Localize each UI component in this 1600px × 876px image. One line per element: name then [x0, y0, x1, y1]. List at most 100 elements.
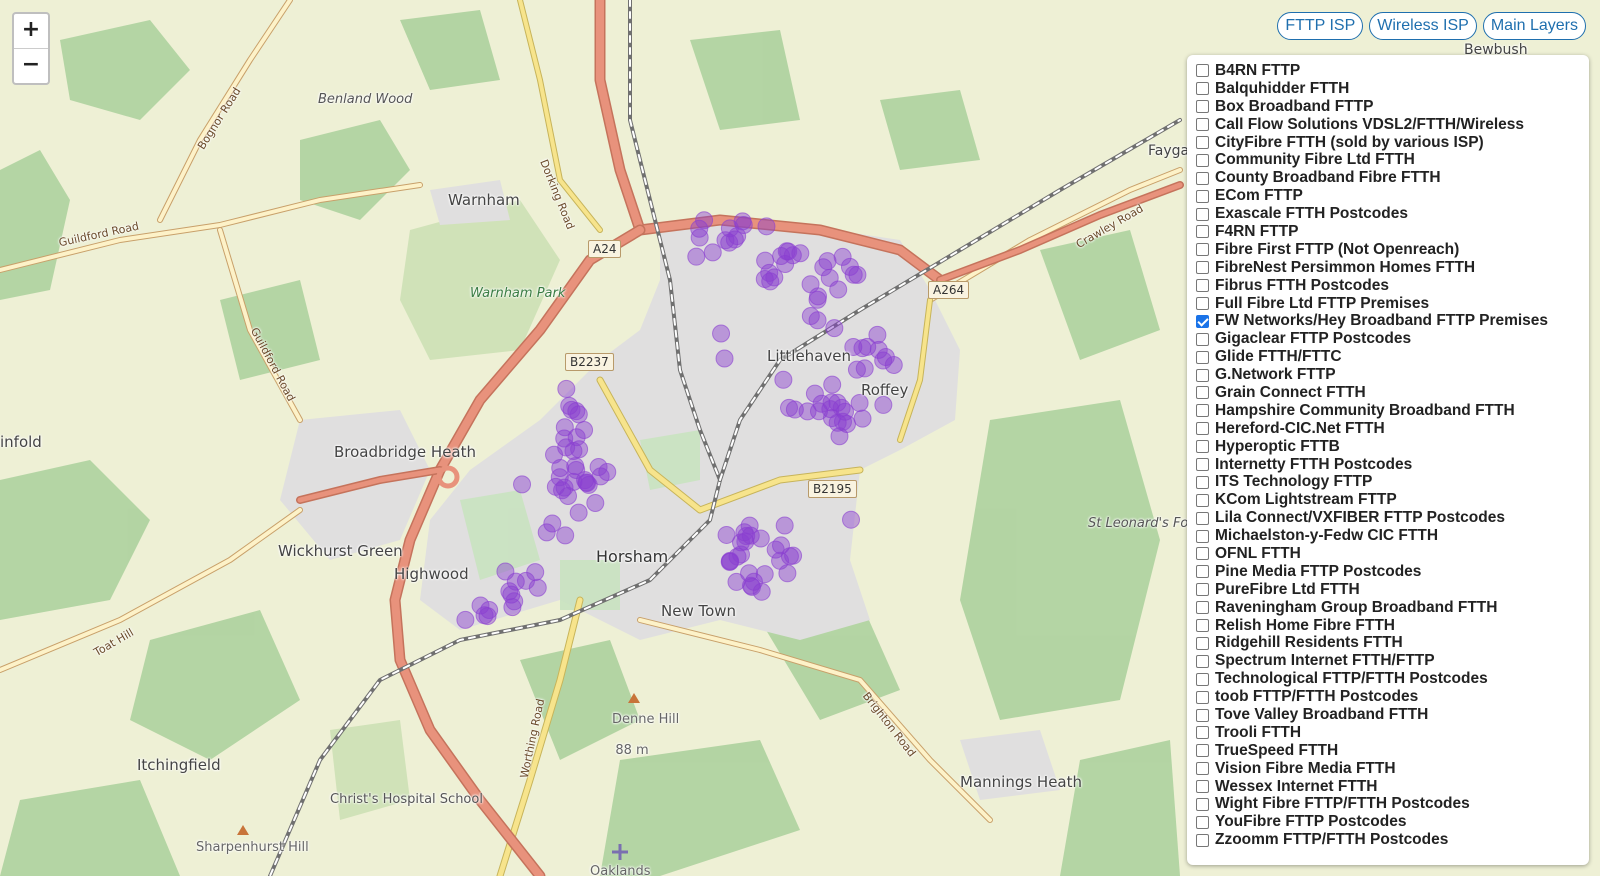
isp-layer-item[interactable]: Wessex Internet FTTH	[1196, 778, 1589, 796]
premises-marker[interactable]	[801, 306, 820, 325]
layer-checkbox[interactable]	[1196, 547, 1209, 561]
isp-layer-item[interactable]: Fibrus FTTH Postcodes	[1196, 277, 1589, 295]
premises-marker[interactable]	[456, 610, 475, 629]
isp-layer-item[interactable]: Pine Media FTTP Postcodes	[1196, 563, 1589, 581]
premises-marker[interactable]	[513, 475, 532, 494]
isp-layer-item[interactable]: YouFibre FTTP Postcodes	[1196, 813, 1589, 831]
isp-layer-item[interactable]: Relish Home Fibre FTTH	[1196, 617, 1589, 635]
premises-marker[interactable]	[703, 243, 722, 262]
premises-marker[interactable]	[785, 400, 804, 419]
premises-marker[interactable]	[526, 563, 545, 582]
premises-marker[interactable]	[715, 349, 734, 368]
layer-checkbox[interactable]	[1196, 440, 1209, 454]
premises-marker[interactable]	[559, 486, 578, 505]
premises-marker[interactable]	[869, 340, 888, 359]
isp-layer-item[interactable]: Zzoomm FTTP/FTTH Postcodes	[1196, 831, 1589, 849]
isp-layer-item[interactable]: Spectrum Internet FTTH/FTTP	[1196, 652, 1589, 670]
isp-layer-item[interactable]: ECom FTTP	[1196, 187, 1589, 205]
premises-marker[interactable]	[774, 370, 793, 389]
isp-layer-item[interactable]: Exascale FTTH Postcodes	[1196, 205, 1589, 223]
isp-layer-item[interactable]: TrueSpeed FTTH	[1196, 742, 1589, 760]
layer-checkbox[interactable]	[1196, 708, 1209, 722]
premises-marker[interactable]	[779, 242, 798, 261]
premises-marker[interactable]	[830, 427, 849, 446]
isp-layer-item[interactable]: toob FTTP/FTTH Postcodes	[1196, 688, 1589, 706]
premises-marker[interactable]	[556, 526, 575, 545]
isp-layer-item[interactable]: Michaelston-y-Fedw CIC FTTH	[1196, 527, 1589, 545]
layer-checkbox[interactable]	[1196, 279, 1209, 293]
layer-checkbox[interactable]	[1196, 332, 1209, 346]
isp-layer-item[interactable]: FibreNest Persimmon Homes FTTH	[1196, 259, 1589, 277]
main-layers-button[interactable]: Main Layers	[1482, 12, 1586, 40]
premises-marker[interactable]	[503, 598, 522, 617]
premises-marker[interactable]	[833, 247, 852, 266]
isp-layer-item[interactable]: Hereford-CIC.Net FTTH	[1196, 420, 1589, 438]
premises-marker[interactable]	[801, 275, 820, 294]
premises-marker[interactable]	[775, 516, 794, 535]
isp-layer-item[interactable]: Trooli FTTH	[1196, 724, 1589, 742]
layer-checkbox[interactable]	[1196, 171, 1209, 185]
isp-layer-item[interactable]: Hyperoptic FTTB	[1196, 438, 1589, 456]
isp-layer-item[interactable]: OFNL FTTH	[1196, 545, 1589, 563]
layer-checkbox[interactable]	[1196, 636, 1209, 650]
premises-marker[interactable]	[569, 405, 588, 424]
layer-checkbox[interactable]	[1196, 422, 1209, 436]
layer-checkbox[interactable]	[1196, 64, 1209, 78]
premises-marker[interactable]	[478, 607, 497, 626]
layer-checkbox[interactable]	[1196, 565, 1209, 579]
layer-checkbox[interactable]	[1196, 207, 1209, 221]
isp-layer-item[interactable]: Ridgehill Residents FTTH	[1196, 634, 1589, 653]
isp-layer-item[interactable]: FW Networks/Hey Broadband FTTP Premises	[1196, 312, 1589, 330]
isp-layer-item[interactable]: County Broadband Fibre FTTH	[1196, 169, 1589, 187]
premises-marker[interactable]	[528, 578, 547, 597]
premises-marker[interactable]	[586, 493, 605, 512]
premises-marker[interactable]	[820, 268, 839, 287]
isp-layer-item[interactable]: Raveningham Group Broadband FTTH	[1196, 599, 1589, 617]
isp-layer-item[interactable]: Vision Fibre Media FTTH	[1196, 760, 1589, 778]
layer-checkbox[interactable]	[1196, 82, 1209, 96]
isp-layer-item[interactable]: Tove Valley Broadband FTTH	[1196, 706, 1589, 724]
layer-checkbox[interactable]	[1196, 225, 1209, 239]
premises-marker[interactable]	[736, 532, 755, 551]
layer-checkbox[interactable]	[1196, 189, 1209, 203]
layer-checkbox[interactable]	[1196, 404, 1209, 418]
premises-marker[interactable]	[695, 211, 714, 230]
layer-checkbox[interactable]	[1196, 511, 1209, 525]
layer-checkbox[interactable]	[1196, 136, 1209, 149]
fttp-isp-button[interactable]: FTTP ISP	[1277, 12, 1364, 40]
premises-marker[interactable]	[744, 572, 763, 591]
premises-marker[interactable]	[537, 523, 556, 542]
layer-checkbox[interactable]	[1196, 583, 1209, 597]
layer-checkbox[interactable]	[1196, 118, 1209, 132]
layer-checkbox[interactable]	[1196, 619, 1209, 633]
isp-layer-item[interactable]: Lila Connect/VXFIBER FTTP Postcodes	[1196, 509, 1589, 527]
premises-marker[interactable]	[734, 215, 753, 234]
isp-layer-item[interactable]: Wight Fibre FTTP/FTTH Postcodes	[1196, 795, 1589, 814]
premises-marker[interactable]	[598, 462, 617, 481]
premises-marker[interactable]	[853, 409, 872, 428]
isp-layer-item[interactable]: Community Fibre Ltd FTTH	[1196, 151, 1589, 169]
layer-checkbox[interactable]	[1196, 762, 1209, 776]
isp-layer-item[interactable]: G.Network FTTP	[1196, 366, 1589, 384]
premises-marker[interactable]	[687, 247, 706, 266]
layer-checkbox[interactable]	[1196, 314, 1209, 328]
isp-layer-item[interactable]: Grain Connect FTTH	[1196, 384, 1589, 402]
isp-layer-item[interactable]: KCom Lightstream FTTP	[1196, 491, 1589, 509]
isp-layer-item[interactable]: F4RN FTTP	[1196, 223, 1589, 241]
premises-marker[interactable]	[823, 375, 842, 394]
premises-marker[interactable]	[825, 319, 844, 338]
layer-checkbox[interactable]	[1196, 475, 1209, 489]
layer-checkbox[interactable]	[1196, 100, 1209, 114]
isp-layer-item[interactable]: Hampshire Community Broadband FTTH	[1196, 402, 1589, 420]
premises-marker[interactable]	[496, 562, 515, 581]
layer-checkbox[interactable]	[1196, 654, 1209, 668]
zoom-in-button[interactable]: +	[14, 14, 48, 49]
isp-layer-item[interactable]: Balquhidder FTTH	[1196, 80, 1589, 98]
premises-marker[interactable]	[757, 217, 776, 236]
zoom-out-button[interactable]: −	[14, 49, 48, 83]
layer-checkbox[interactable]	[1196, 261, 1209, 275]
layer-checkbox[interactable]	[1196, 297, 1209, 311]
layer-checkbox[interactable]	[1196, 458, 1209, 472]
premises-marker[interactable]	[784, 546, 803, 565]
wireless-isp-button[interactable]: Wireless ISP	[1369, 12, 1477, 40]
